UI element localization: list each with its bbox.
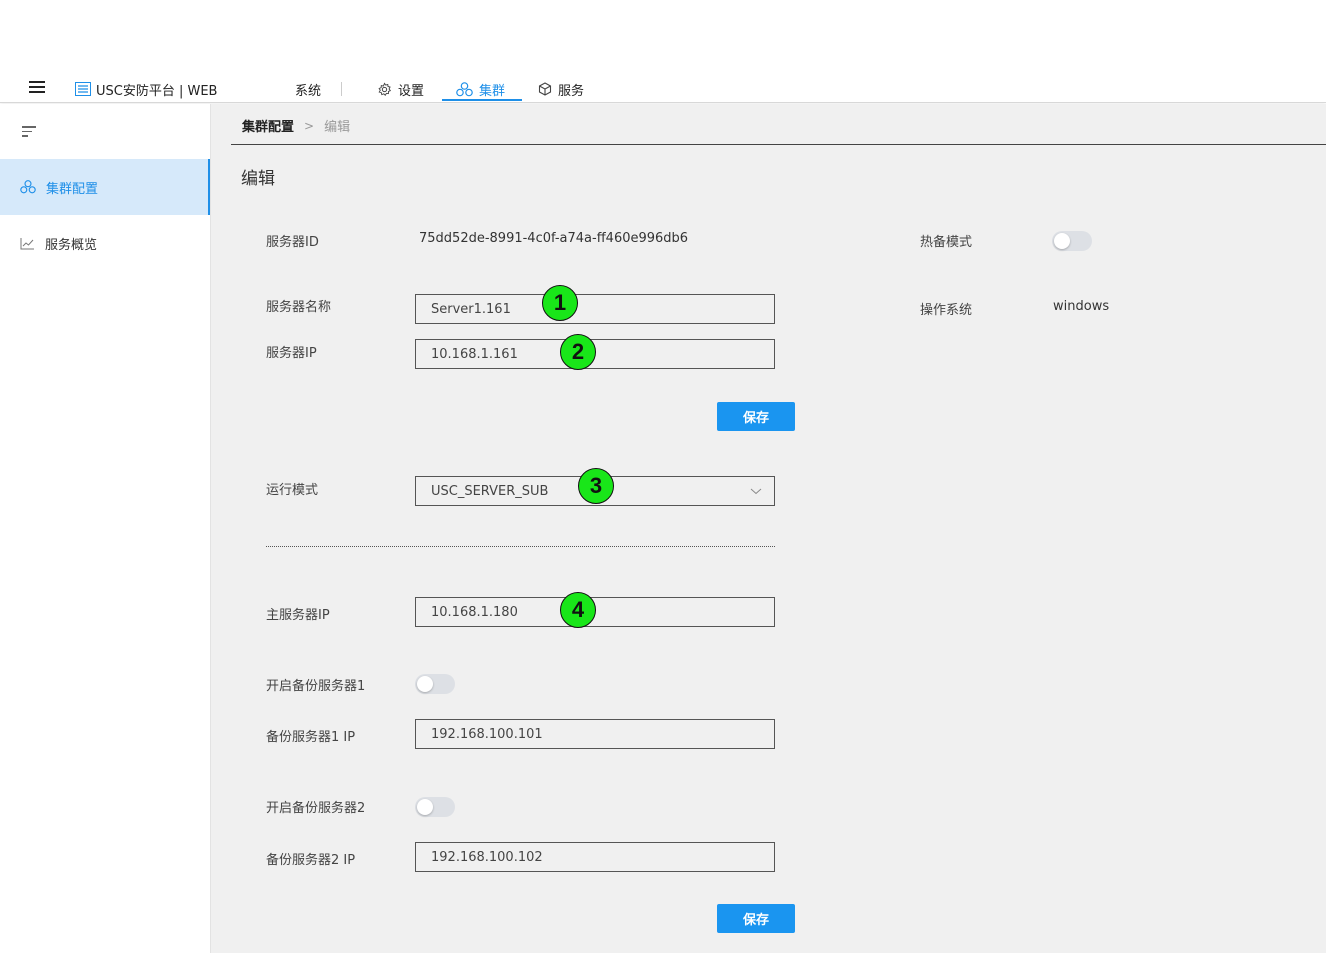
nav-settings-label: 设置: [398, 83, 425, 99]
nav-settings[interactable]: 设置: [377, 80, 425, 99]
active-tab-indicator: [442, 99, 522, 101]
main-content: 集群配置 > 编辑 编辑 服务器ID 75dd52de-8991-4c0f-a7…: [211, 104, 1326, 953]
server-id-value: 75dd52de-8991-4c0f-a74a-ff460e996db6: [419, 231, 689, 246]
nav-cluster-label: 集群: [479, 83, 506, 99]
section-divider: [266, 546, 775, 547]
server-id-label: 服务器ID: [266, 235, 319, 250]
gear-icon: [378, 81, 392, 96]
nav-service-label: 服务: [558, 83, 585, 99]
annotation-marker-3: 3: [578, 468, 614, 504]
top-bar: USC安防平台 | WEB 系统 设置 集群 服务: [0, 0, 1326, 103]
master-ip-label: 主服务器IP: [266, 608, 330, 623]
app-title: USC安防平台 | WEB: [96, 83, 218, 99]
cluster-icon: [20, 180, 36, 194]
backup1-ip-input[interactable]: [415, 719, 775, 749]
sidebar-item-cluster-config[interactable]: 集群配置: [0, 159, 210, 215]
nav-system[interactable]: 系统: [295, 80, 322, 99]
annotation-marker-1: 1: [542, 285, 578, 321]
nav-system-label: 系统: [295, 83, 322, 99]
nav-service[interactable]: 服务: [538, 80, 585, 99]
sidebar: 集群配置 服务概览: [0, 104, 211, 953]
backup2-enable-label: 开启备份服务器2: [266, 801, 366, 816]
save-backup-button[interactable]: 保存: [717, 904, 795, 933]
collapse-sidebar-icon[interactable]: [22, 126, 36, 138]
hot-standby-label: 热备模式: [920, 235, 973, 250]
toggle-knob: [1054, 233, 1070, 249]
backup1-ip-label: 备份服务器1 IP: [266, 730, 356, 745]
nav-divider: [341, 82, 342, 96]
sidebar-item-service-overview[interactable]: 服务概览: [0, 215, 210, 271]
save-button[interactable]: 保存: [717, 402, 795, 431]
backup2-enable-toggle[interactable]: [415, 797, 455, 817]
chevron-down-icon: [750, 488, 762, 495]
page-title: 编辑: [241, 169, 275, 189]
toggle-knob: [417, 676, 433, 692]
hot-standby-toggle[interactable]: [1052, 231, 1092, 251]
sidebar-item-label: 服务概览: [45, 237, 98, 253]
backup2-ip-input[interactable]: [415, 842, 775, 872]
server-name-input[interactable]: [415, 294, 775, 324]
sidebar-item-label: 集群配置: [46, 181, 99, 197]
breadcrumb-current[interactable]: 集群配置: [242, 116, 294, 135]
server-name-label: 服务器名称: [266, 300, 332, 315]
breadcrumb-last: 编辑: [324, 120, 351, 135]
breadcrumb: 集群配置 > 编辑: [242, 116, 351, 136]
cluster-icon: [456, 81, 473, 96]
nav-cluster[interactable]: 集群: [456, 80, 506, 99]
annotation-marker-4: 4: [560, 592, 596, 628]
run-mode-label: 运行模式: [266, 483, 319, 498]
breadcrumb-divider: [231, 144, 1326, 145]
breadcrumb-separator: >: [304, 118, 315, 133]
run-mode-value: USC_SERVER_SUB: [431, 483, 549, 499]
os-value: windows: [1053, 299, 1110, 314]
os-label: 操作系统: [920, 303, 973, 318]
backup1-enable-toggle[interactable]: [415, 674, 455, 694]
backup2-ip-label: 备份服务器2 IP: [266, 853, 356, 868]
app-logo: USC安防平台 | WEB: [75, 81, 218, 99]
annotation-marker-2: 2: [560, 334, 596, 370]
backup1-enable-label: 开启备份服务器1: [266, 679, 366, 694]
cube-icon: [538, 82, 552, 96]
server-ip-label: 服务器IP: [266, 346, 317, 361]
toggle-knob: [417, 799, 433, 815]
hamburger-menu-icon[interactable]: [29, 81, 45, 95]
logo-icon: [75, 82, 91, 96]
chart-line-icon: [20, 237, 34, 249]
